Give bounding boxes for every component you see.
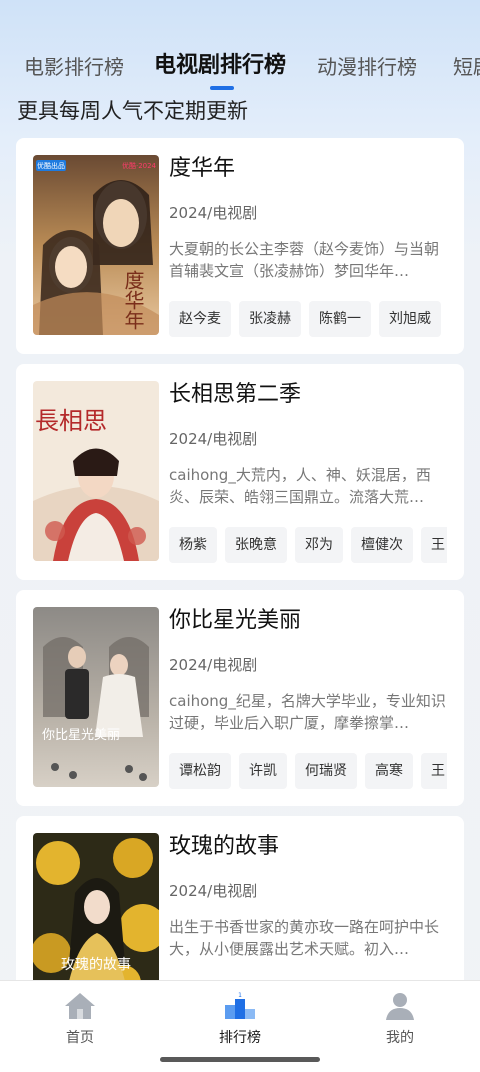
drama-title: 你比星光美丽 — [169, 608, 302, 633]
svg-text:1: 1 — [238, 992, 242, 999]
cast-list: 杨紫 张晚意 邓为 檀健次王 — [169, 527, 447, 563]
poster-title-art: 長相思 — [35, 407, 107, 435]
tab-anime-ranking[interactable]: 动漫排行榜 — [317, 50, 417, 84]
drama-meta: 2024/电视剧 — [169, 204, 258, 222]
cast-chip[interactable]: 许凯 — [239, 753, 287, 789]
drama-description: 出生于书香世家的黄亦玫一路在呵护中长大，从小便展露出艺术天赋。初入… — [169, 918, 440, 958]
cast-chip[interactable]: 王 — [421, 753, 447, 789]
nav-profile[interactable]: 我的 — [350, 991, 450, 1047]
nav-ranking-label: 排行榜 — [219, 1030, 261, 1046]
page-subtitle: 更具每周人气不定期更新 — [17, 99, 248, 123]
cast-list: 赵今麦 张凌赫 陈鹤一 刘旭威 — [169, 301, 447, 337]
home-icon — [65, 993, 95, 1019]
home-indicator[interactable] — [160, 1057, 320, 1062]
drama-meta: 2024/电视剧 — [169, 882, 258, 900]
cast-chip[interactable]: 刘旭威 — [379, 301, 441, 337]
nav-home[interactable]: 首页 — [30, 991, 130, 1047]
cast-chip[interactable]: 陈鹤一 — [309, 301, 371, 337]
cast-list: 谭松韵 许凯 何瑞贤 高寒王 — [169, 753, 447, 789]
drama-title: 玫瑰的故事 — [169, 834, 280, 859]
drama-poster: 你比星光美丽 — [33, 607, 159, 787]
cast-chip[interactable]: 谭松韵 — [169, 753, 231, 789]
poster-brand: 优酷·2024 — [122, 161, 157, 170]
category-tabs: 电影排行榜 电视剧排行榜 动漫排行榜 短剧 — [0, 50, 480, 94]
drama-card[interactable]: 長相思 长相思第二季 2024/电视剧 caihong_大荒内，人、神、妖混居，… — [16, 364, 464, 580]
poster-title-art: 你比星光美丽 — [42, 728, 120, 743]
drama-poster: 長相思 — [33, 381, 159, 561]
poster-badge: 优酷出品 — [37, 161, 65, 170]
cast-chip[interactable]: 张晚意 — [225, 527, 287, 563]
drama-description: caihong_纪星，名牌大学毕业，专业知识过硬，毕业后入职广厦，摩拳擦掌… — [169, 692, 446, 732]
poster-title-art: 度华年 — [121, 270, 145, 330]
drama-description: caihong_大荒内，人、神、妖混居，西炎、辰荣、皓翎三国鼎立。流落大荒… — [169, 466, 431, 506]
cast-chip[interactable]: 王 — [421, 527, 447, 563]
drama-meta: 2024/电视剧 — [169, 430, 258, 448]
drama-description: 大夏朝的长公主李蓉（赵今麦饰）与当朝首辅裴文宣（张凌赫饰）梦回华年… — [169, 240, 440, 280]
cast-chip[interactable]: 邓为 — [295, 527, 343, 563]
drama-title: 长相思第二季 — [169, 382, 302, 407]
tab-tv-ranking[interactable]: 电视剧排行榜 — [154, 50, 286, 83]
profile-icon — [386, 993, 414, 1020]
drama-card[interactable]: 你比星光美丽 你比星光美丽 2024/电视剧 caihong_纪星，名牌大学毕业… — [16, 590, 464, 806]
cast-chip[interactable]: 张凌赫 — [239, 301, 301, 337]
drama-title: 度华年 — [169, 156, 236, 181]
drama-poster: 优酷出品 优酷·2024 度华年 — [33, 155, 159, 335]
drama-card[interactable]: 优酷出品 优酷·2024 度华年 度华年 2024/电视剧 大夏朝的长公主李蓉（… — [16, 138, 464, 354]
nav-home-label: 首页 — [66, 1030, 94, 1046]
nav-profile-label: 我的 — [386, 1030, 414, 1046]
ranking-icon: 1 — [225, 992, 255, 1019]
cast-chip[interactable]: 檀健次 — [351, 527, 413, 563]
cast-chip[interactable]: 何瑞贤 — [295, 753, 357, 789]
cast-chip[interactable]: 高寒 — [365, 753, 413, 789]
tab-movie-ranking[interactable]: 电影排行榜 — [24, 50, 124, 84]
tab-short-drama-ranking[interactable]: 短剧 — [453, 50, 480, 84]
cast-chip[interactable]: 赵今麦 — [169, 301, 231, 337]
nav-ranking[interactable]: 1 排行榜 — [190, 991, 290, 1047]
active-tab-indicator — [210, 86, 234, 90]
drama-meta: 2024/电视剧 — [169, 656, 258, 674]
cast-chip[interactable]: 杨紫 — [169, 527, 217, 563]
poster-title-art: 玫瑰的故事 — [61, 957, 131, 973]
